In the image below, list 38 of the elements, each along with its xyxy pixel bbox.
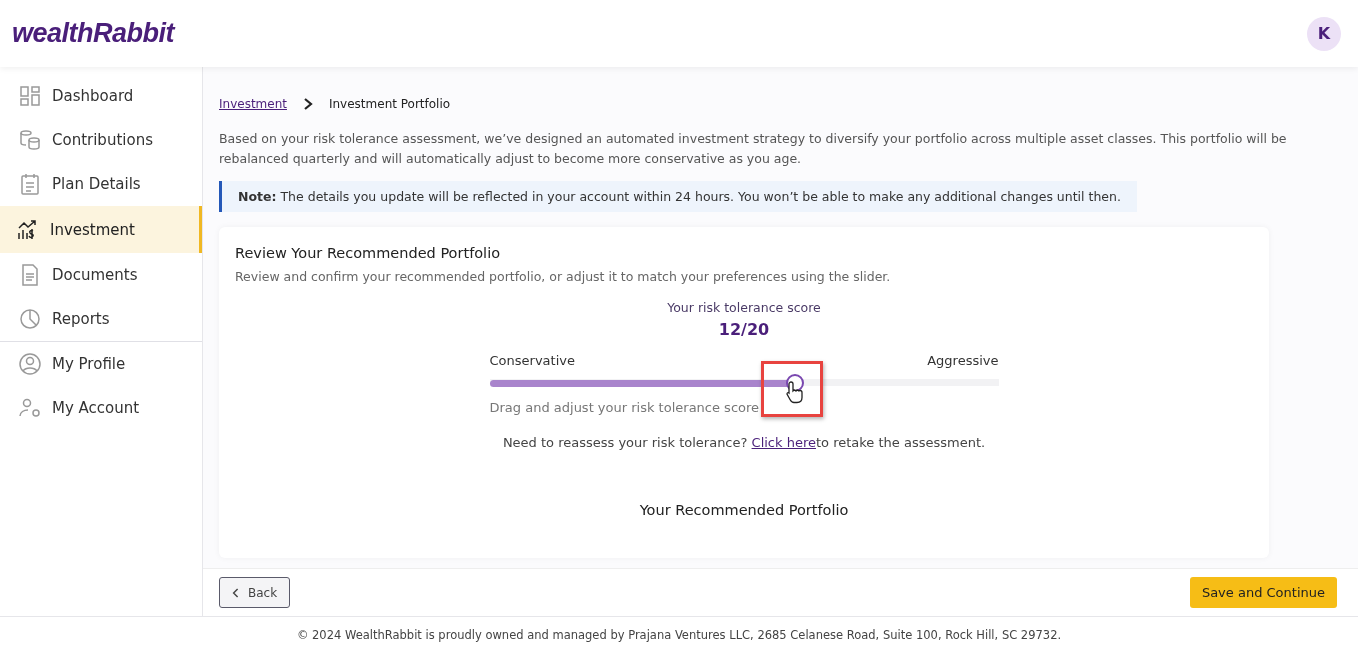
reassess-text: Need to reassess your risk tolerance? xyxy=(502,435,748,450)
score-label: Your risk tolerance score xyxy=(666,300,822,315)
footer-text: © 2024 WealthRabbit is proudly owned and managed by Prajana Ventures LLC, 2685 Celanese Road, Suite 100, Rock Hill, SC 29732. xyxy=(0,616,1358,652)
slider-min-label: Conservative xyxy=(489,353,575,368)
breadcrumb-current: Investment Portfolio xyxy=(328,97,451,111)
chevron-left-icon xyxy=(232,586,240,599)
pie-chart-icon xyxy=(18,307,42,331)
sidebar-item[interactable]: My Account xyxy=(0,386,202,430)
sidebar-item[interactable]: My Profile xyxy=(0,342,202,386)
coins-icon xyxy=(18,128,42,152)
sidebar-item[interactable]: Reports xyxy=(0,297,202,341)
intro-text: Based on your risk tolerance assessment, we’ve designed an automated investment strategy to diversify your portfolio across multiple asset classes. This portfolio will be rebalanced quarterly and will automatically adjust to become more conservative as you age. xyxy=(219,130,1288,168)
clipboard-icon xyxy=(18,172,42,196)
sidebar-item[interactable]: Plan Details xyxy=(0,162,202,206)
back-button[interactable]: Back xyxy=(219,577,291,608)
highlight-box xyxy=(760,361,823,417)
slider-max-label: Aggressive xyxy=(927,353,999,368)
sidebar-item[interactable]: Dashboard xyxy=(0,74,202,118)
reassess-text: to retake the assessment. xyxy=(815,435,986,450)
chevron-right-icon xyxy=(302,97,313,111)
card-title: Review Your Recommended Portfolio xyxy=(235,245,502,261)
section-title: Your Recommended Portfolio xyxy=(638,502,850,518)
save-continue-button[interactable]: Save and Continue xyxy=(1189,577,1337,608)
user-circle-icon xyxy=(18,352,42,376)
score-value: 12/20 xyxy=(717,320,771,339)
sidebar-item[interactable]: Investment xyxy=(0,206,202,253)
card-subtitle: Review and confirm your recommended portfolio, or adjust it to match your preferences using the slider. xyxy=(235,269,892,284)
click-here-link[interactable]: Click here xyxy=(751,435,816,450)
sidebar-item[interactable]: Documents xyxy=(0,253,202,297)
breadcrumb-link[interactable]: Investment xyxy=(219,97,287,111)
grid-icon xyxy=(18,84,42,108)
note-banner: Note: The details you update will be reflected in your account within 24 hours. You won’t be able to make any additional changes until then. xyxy=(219,181,1137,212)
user-avatar[interactable]: K xyxy=(1307,16,1341,51)
slider-hint: Drag and adjust your risk tolerance score xyxy=(489,400,761,415)
user-gear-icon xyxy=(18,396,42,420)
sidebar-item[interactable]: Contributions xyxy=(0,118,202,162)
hand-cursor-icon xyxy=(784,380,805,404)
logo[interactable]: wealthRabbit xyxy=(12,18,174,49)
